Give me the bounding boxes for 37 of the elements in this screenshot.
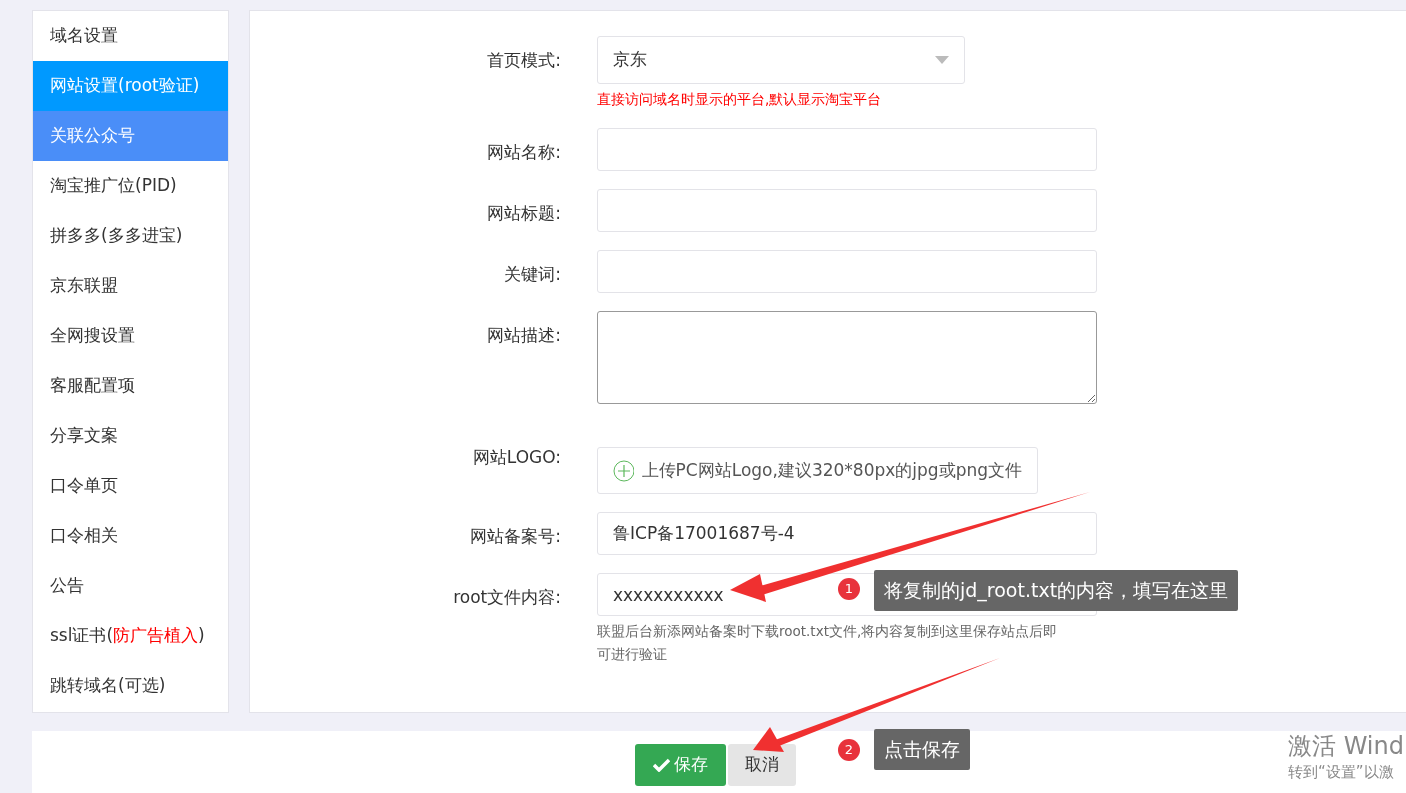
upload-button[interactable]: 上传PC网站Logo,建议320*80px的jpg或png文件 — [597, 447, 1038, 495]
input-field[interactable]: 鲁ICP备17001687号-4 — [597, 512, 1097, 556]
sidebar-item[interactable]: 分享文案 — [33, 411, 228, 461]
sidebar-item[interactable]: 域名设置 — [33, 11, 228, 61]
sidebar-item[interactable]: 拼多多(多多进宝) — [33, 211, 228, 261]
field-label: 网站LOGO: — [471, 446, 561, 470]
input-field[interactable] — [597, 127, 1097, 171]
sidebar-item[interactable]: 跳转域名(可选) — [33, 661, 228, 711]
sidebar-item[interactable]: 京东联盟 — [33, 261, 228, 311]
caret-icon — [935, 56, 949, 64]
sidebar-item[interactable]: 公告 — [33, 561, 228, 611]
check-icon — [652, 758, 670, 772]
field-label: 首页模式: — [486, 49, 561, 72]
input-field[interactable] — [597, 188, 1097, 232]
sidebar-item[interactable]: ssl证书(防广告植入) — [33, 611, 228, 661]
callout-tooltip: 点击保存 — [874, 729, 970, 770]
select-field[interactable]: 京东 — [597, 36, 965, 84]
activation-text: 转到“设置”以激 — [1288, 762, 1395, 783]
plus-icon — [613, 459, 634, 482]
sidebar-item[interactable]: 全网搜设置 — [33, 311, 228, 361]
sidebar-item[interactable]: 口令相关 — [33, 511, 228, 561]
field-label: 网站标题: — [486, 201, 561, 225]
help-text: 直接访问域名时显示的平台,默认显示淘宝平台 — [597, 90, 883, 109]
cancel-button[interactable]: 取消 — [727, 744, 796, 786]
field-label: 网站备案号: — [469, 525, 561, 549]
field-label: root文件内容: — [452, 586, 561, 610]
input-field[interactable] — [597, 249, 1097, 293]
field-label: 网站描述: — [486, 323, 561, 347]
sidebar-item[interactable]: 淘宝推广位(PID) — [33, 161, 228, 211]
field-label: 关键词: — [503, 262, 561, 286]
sidebar-item[interactable]: 口令单页 — [33, 461, 228, 511]
callout-tooltip: 将复制的jd_root.txt的内容，填写在这里 — [874, 570, 1239, 611]
textarea-field[interactable] — [597, 310, 1097, 404]
help-text: 联盟后台新添网站备案时下载root.txt文件,将内容复制到这里保存站点后即可进行验证 — [597, 622, 1059, 665]
field-label: 网站名称: — [486, 140, 561, 164]
sidebar-item[interactable]: 客服配置项 — [33, 361, 228, 411]
activation-title: 激活 Wind — [1288, 731, 1405, 762]
